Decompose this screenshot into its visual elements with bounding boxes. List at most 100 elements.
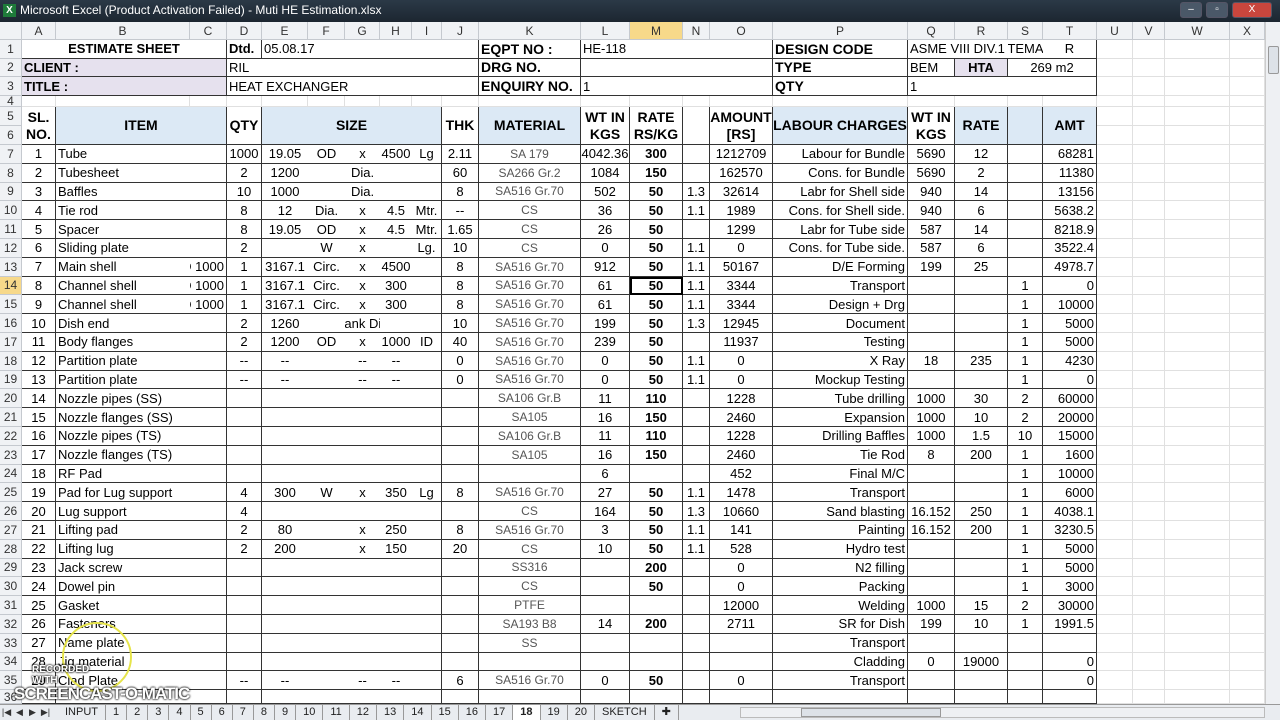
cell[interactable] (1097, 408, 1133, 427)
cell[interactable] (1230, 276, 1265, 296)
rate-cell[interactable]: 50 (630, 333, 683, 352)
factor-cell[interactable]: 1.1 (683, 521, 710, 540)
labour-amount-cell[interactable]: 15000 (1043, 427, 1097, 446)
weight-cell[interactable]: 27 (581, 483, 630, 503)
cell[interactable] (1165, 163, 1230, 183)
size-4-cell[interactable] (380, 690, 412, 704)
size-3-cell[interactable]: -- (345, 671, 380, 691)
cell[interactable] (1097, 370, 1133, 390)
cell[interactable] (1230, 389, 1265, 409)
row-header-13[interactable]: 13 (0, 257, 22, 277)
item-id-cell[interactable] (190, 502, 227, 521)
size-2-cell[interactable]: Circ. (308, 258, 345, 277)
labour-rate-cell[interactable]: 200 (955, 521, 1008, 540)
labour-qty-cell[interactable]: 1 (1008, 295, 1043, 315)
cell[interactable] (1165, 690, 1230, 704)
labour-weight-cell[interactable]: 1000 (908, 389, 955, 409)
cell[interactable] (1133, 239, 1165, 258)
labour-qty-cell[interactable] (1008, 239, 1043, 258)
row-header-21[interactable]: 21 (0, 408, 22, 427)
drg-no-value[interactable] (581, 58, 773, 77)
size-3-cell[interactable] (345, 427, 380, 446)
cell[interactable] (22, 96, 56, 107)
row-header-20[interactable]: 20 (0, 389, 22, 409)
factor-cell[interactable] (683, 596, 710, 615)
column-header-F[interactable]: F (308, 22, 345, 40)
qty-cell[interactable] (227, 577, 262, 597)
labour-charge-cell[interactable]: Hydro test (773, 539, 908, 559)
factor-cell[interactable] (683, 690, 710, 704)
size-1-cell[interactable] (262, 559, 308, 578)
weight-cell[interactable] (581, 690, 630, 704)
qty-cell[interactable]: 2 (227, 314, 262, 333)
labour-weight-cell[interactable]: 8 (908, 445, 955, 465)
thk-cell[interactable]: 10 (442, 239, 479, 258)
amount-cell[interactable]: 0 (710, 239, 773, 258)
labour-amount-cell[interactable]: 5000 (1043, 333, 1097, 352)
labour-qty-cell[interactable]: 1 (1008, 464, 1043, 484)
size-5-cell[interactable]: ID (412, 333, 442, 352)
size-2-cell[interactable]: W (308, 239, 345, 258)
cell[interactable] (308, 96, 345, 107)
labour-weight-cell[interactable]: 199 (908, 615, 955, 634)
item-id-cell[interactable] (190, 671, 227, 691)
cell[interactable] (1165, 333, 1230, 352)
size-1-cell[interactable] (262, 389, 308, 409)
item-id-cell[interactable] (190, 615, 227, 634)
labour-amount-cell[interactable]: 4230 (1043, 351, 1097, 371)
row-header-1[interactable]: 1 (0, 40, 22, 59)
cell[interactable] (1133, 163, 1165, 183)
cell[interactable] (1230, 539, 1265, 559)
labour-weight-cell[interactable] (908, 539, 955, 559)
qty-label[interactable]: QTY (773, 77, 908, 96)
row-header-11[interactable]: 11 (0, 220, 22, 239)
thk-cell[interactable] (442, 464, 479, 484)
labour-charge-cell[interactable]: Packing (773, 577, 908, 597)
sl-no-cell[interactable]: 16 (22, 427, 56, 446)
size-1-cell[interactable] (262, 615, 308, 634)
cell[interactable] (1230, 257, 1265, 277)
labour-rate-cell[interactable]: 1.5 (955, 427, 1008, 446)
cell[interactable] (1133, 333, 1165, 352)
sl-no-cell[interactable]: 29 (22, 671, 56, 691)
dtd-label[interactable]: Dtd. (227, 40, 262, 59)
labour-charge-cell[interactable]: Cladding (773, 652, 908, 672)
size-5-cell[interactable] (412, 596, 442, 615)
column-header-Q[interactable]: Q (908, 22, 955, 40)
qty-cell[interactable]: 2 (227, 239, 262, 258)
cell[interactable] (1165, 145, 1230, 164)
labour-rate-cell[interactable] (955, 671, 1008, 691)
size-4-cell[interactable] (380, 183, 412, 202)
weight-cell[interactable]: 61 (581, 295, 630, 315)
labour-charge-cell[interactable]: Transport (773, 633, 908, 653)
factor-cell[interactable]: 1.1 (683, 539, 710, 559)
material-cell[interactable]: CS (479, 220, 581, 239)
cell[interactable] (1133, 633, 1165, 653)
material-cell[interactable]: SA105 (479, 408, 581, 427)
thk-cell[interactable]: 20 (442, 539, 479, 559)
weight-cell[interactable]: 199 (581, 314, 630, 333)
labour-amount-cell[interactable]: 5000 (1043, 539, 1097, 559)
size-1-cell[interactable]: 1200 (262, 164, 308, 183)
labour-qty-cell[interactable] (1008, 257, 1043, 277)
item-id-cell[interactable] (190, 445, 227, 465)
column-header-U[interactable]: U (1097, 22, 1133, 40)
cell[interactable] (1133, 521, 1165, 540)
weight-cell[interactable]: 11 (581, 427, 630, 446)
column-header-O[interactable]: O (710, 22, 773, 40)
cell[interactable] (1097, 652, 1133, 672)
size-3-cell[interactable]: x (345, 483, 380, 503)
cell[interactable] (1165, 40, 1230, 59)
size-1-cell[interactable]: -- (262, 371, 308, 390)
row-header-8[interactable]: 8 (0, 163, 22, 183)
labour-rate-cell[interactable] (955, 464, 1008, 484)
weight-cell[interactable] (581, 577, 630, 597)
row-header-3[interactable]: 3 (0, 77, 22, 96)
rate-cell[interactable]: 50 (630, 239, 683, 258)
cell[interactable] (1230, 427, 1265, 446)
labour-qty-cell[interactable]: 1 (1008, 577, 1043, 597)
sl-no-cell[interactable]: 23 (22, 558, 56, 578)
cell[interactable] (1230, 445, 1265, 465)
cell[interactable] (1165, 652, 1230, 672)
labour-amount-cell[interactable]: 5000 (1043, 558, 1097, 578)
